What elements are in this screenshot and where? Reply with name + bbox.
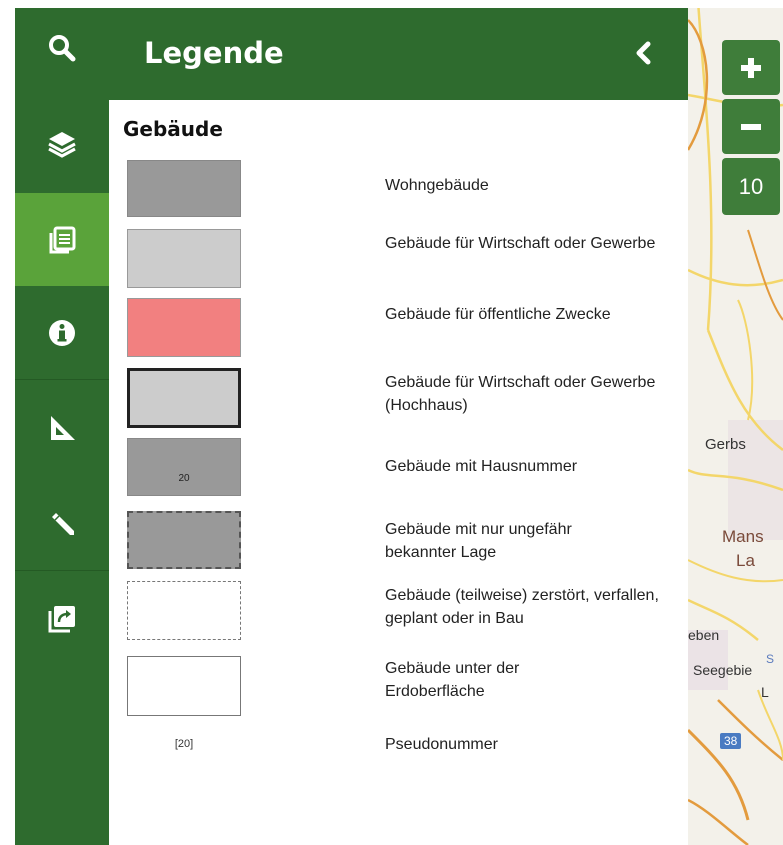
rail-item-share[interactable] [15,571,109,666]
share-icon [48,605,75,632]
rail-item-legend[interactable] [15,193,109,286]
legend-panel: Gebäude Wohngebäude Gebäude für Wirtscha… [109,100,688,845]
map-label: eben [688,627,720,643]
sidebar-rail [15,0,109,845]
legend-icon [49,226,76,253]
legend-swatch [127,160,241,217]
rail-item-measure[interactable] [15,380,109,475]
rail-item-draw[interactable] [15,475,109,570]
map-label: L [761,684,769,700]
info-icon [49,319,75,346]
legend-swatch [127,511,241,569]
legend-swatch [127,368,241,428]
legend-swatch [127,656,241,716]
legend-swatch [127,229,241,288]
pseudo-number: [20] [174,738,194,750]
legend-item-label: Pseudonummer [385,736,498,753]
legend-item-label: Gebäude unter der Erdoberfläche [385,660,520,700]
map-label: La [736,551,755,570]
legend-swatch: 20 [127,438,241,496]
pencil-icon [52,512,74,535]
collapse-panel-button[interactable] [629,38,659,68]
rail-item-search[interactable] [15,0,109,95]
rail-item-layers[interactable] [15,95,109,193]
map-label: Seegebie [693,662,753,678]
legend-item-label: Gebäude mit nur ungefähr bekannter Lage [385,521,572,561]
plus-icon [741,57,761,78]
legend-item-label: Gebäude für öffentliche Zwecke [385,306,611,323]
zoom-level: 10 [722,158,780,215]
panel-header: Legende [109,0,688,100]
legend-item-label: Gebäude für Wirtschaft oder Gewerbe [385,235,656,252]
minus-icon [741,123,761,130]
layers-icon [48,132,76,158]
legend-item-label: Gebäude (teilweise) zerstört, verfallen,… [385,587,659,627]
section-title: Gebäude [123,117,223,141]
zoom-in-button[interactable] [722,40,780,95]
road-shield: 38 [720,733,742,749]
map-label: S [766,652,775,666]
legend-item-label: Gebäude für Wirtschaft oder Gewerbe (Hoc… [385,374,656,414]
rail-item-info[interactable] [15,286,109,379]
measure-icon [51,415,75,440]
house-number: 20 [178,473,190,484]
legend-item-label: Gebäude mit Hausnummer [385,458,578,475]
legend-swatch [127,581,241,640]
zoom-out-button[interactable] [722,99,780,154]
panel-title: Legende [144,36,284,70]
search-icon [49,34,76,61]
chevron-left-icon [636,41,651,65]
map-label: Mans [722,527,764,546]
legend-item-label: Wohngebäude [385,177,489,194]
frame-border [0,0,783,8]
map-label: Gerbs [705,436,746,453]
frame-border [0,0,15,845]
legend-swatch [127,298,241,357]
